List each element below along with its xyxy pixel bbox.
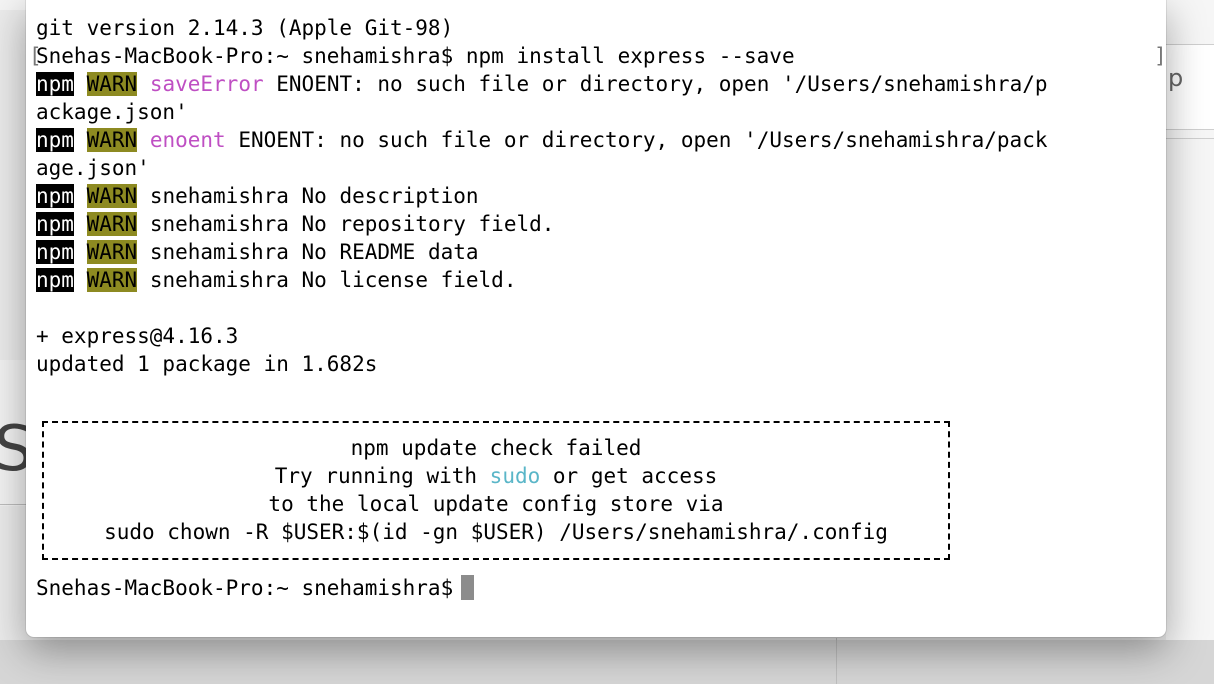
warn-tag: WARN [86, 184, 138, 208]
final-prompt-line[interactable]: Snehas-MacBook-Pro:~ snehamishra$ [36, 574, 475, 602]
warn-line-continuation: ackage.json' [36, 100, 188, 124]
prompt: Snehas-MacBook-Pro:~ snehamishra$ [36, 44, 466, 68]
box-title: npm update check failed [350, 436, 642, 460]
install-command-line: [Snehas-MacBook-Pro:~ snehamishra$ npm i… [29, 42, 1166, 70]
terminal-output[interactable]: git version 2.14.3 (Apple Git-98) [Sneha… [29, 14, 1166, 378]
warn-tag: WARN [86, 212, 138, 236]
terminal-window[interactable]: git version 2.14.3 (Apple Git-98) [Sneha… [26, 0, 1166, 637]
npm-tag: npm [36, 184, 74, 208]
warn-tag: WARN [86, 240, 138, 264]
warn-message: snehamishra No README data [137, 240, 479, 264]
box-text: Try running with [274, 464, 490, 488]
warn-message: ENOENT: no such file or directory, open … [225, 128, 1048, 152]
warn-line-continuation: age.json' [36, 156, 150, 180]
warn-message: ENOENT: no such file or directory, open … [263, 72, 1048, 96]
box-line-config: to the local update config store via [268, 492, 724, 516]
text-cursor [461, 574, 475, 600]
warn-line-enoent: npm WARN enoent ENOENT: no such file or … [36, 126, 1156, 154]
box-text: or get access [540, 464, 718, 488]
background-divider [1166, 138, 1214, 139]
command: npm install express --save [465, 44, 795, 68]
box-chown-command: sudo chown -R $USER:$(id -gn $USER) /Use… [104, 520, 888, 544]
added-package-line: + express@4.16.3 [36, 324, 239, 348]
background-bottom [0, 640, 1214, 684]
npm-tag: npm [36, 212, 74, 236]
npm-tag: npm [36, 128, 74, 152]
background-right-text: p [1168, 64, 1184, 92]
background-bottom-divider [836, 638, 837, 684]
box-line-sudo: Try running with sudo or get access [44, 462, 948, 490]
warn-message: snehamishra No description [137, 184, 479, 208]
sudo-keyword: sudo [489, 464, 541, 488]
warn-tag: WARN [86, 128, 138, 152]
warn-keyword: saveError [149, 72, 264, 96]
warn-tag: WARN [86, 72, 138, 96]
npm-tag: npm [36, 268, 74, 292]
background-left-divider [0, 504, 26, 505]
prompt: Snehas-MacBook-Pro:~ snehamishra$ [36, 576, 454, 600]
mark-bracket-right: ] [1154, 44, 1166, 68]
warn-message: snehamishra No repository field. [137, 212, 555, 236]
warn-keyword: enoent [149, 128, 226, 152]
npm-tag: npm [36, 240, 74, 264]
warn-message: snehamishra No license field. [137, 268, 517, 292]
warn-line-description: npm WARN snehamishra No description [36, 182, 1156, 210]
warn-line-license: npm WARN snehamishra No license field. [36, 266, 1156, 294]
npm-tag: npm [36, 72, 74, 96]
update-check-box: npm update check failed Try running with… [42, 421, 950, 560]
updated-summary-line: updated 1 package in 1.682s [36, 352, 378, 376]
warn-tag: WARN [86, 268, 138, 292]
warn-line-repository: npm WARN snehamishra No repository field… [36, 210, 1156, 238]
mark-bracket-left: [ [29, 44, 42, 68]
git-version-line: git version 2.14.3 (Apple Git-98) [36, 16, 454, 40]
warn-line-saveerror: npm WARN saveError ENOENT: no such file … [36, 70, 1156, 98]
warn-line-readme: npm WARN snehamishra No README data [36, 238, 1156, 266]
